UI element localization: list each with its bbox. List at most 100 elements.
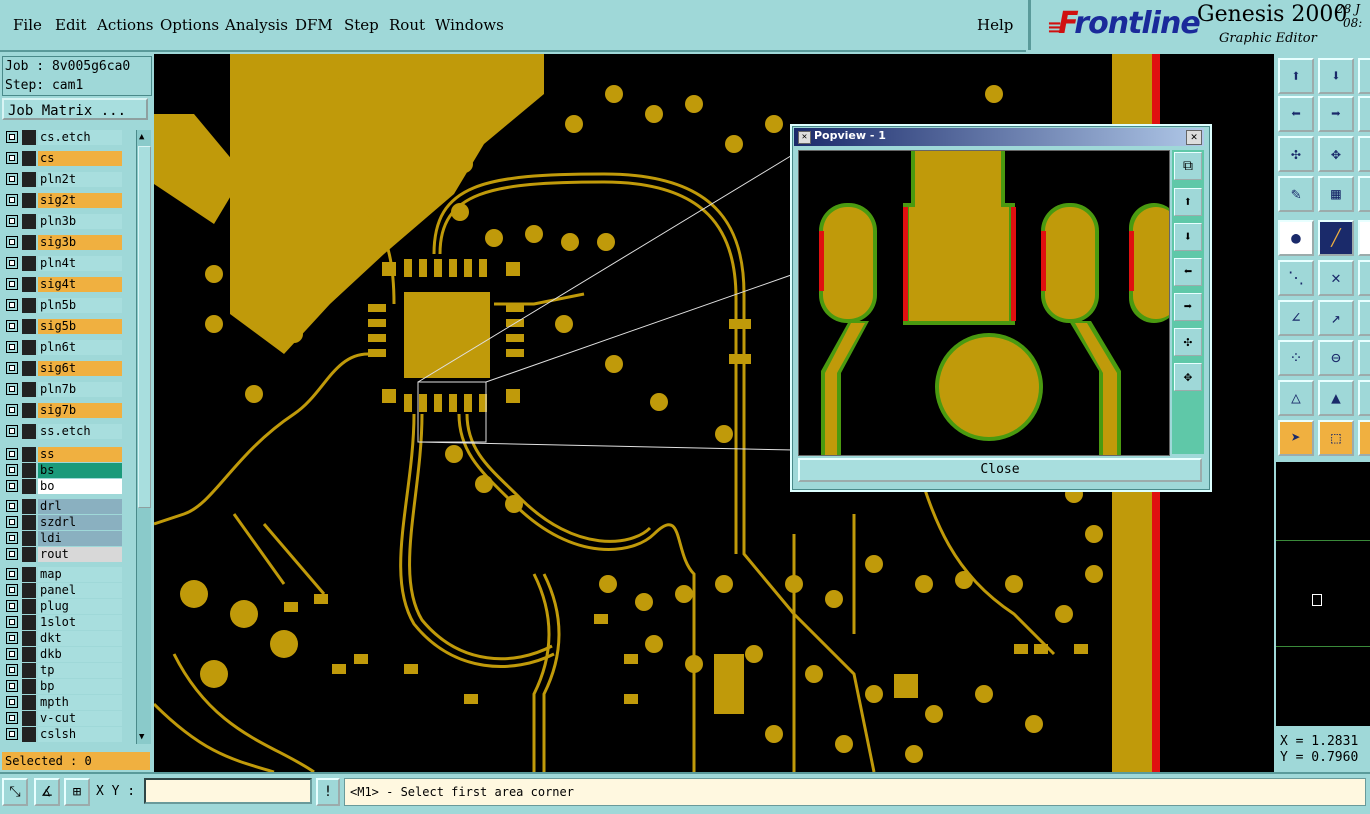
layer-row[interactable]: pln4t: [4, 256, 122, 271]
layer-name[interactable]: rout: [38, 547, 122, 562]
layer-checkbox[interactable]: [6, 278, 18, 290]
menu-edit[interactable]: Edit: [55, 16, 86, 34]
layer-checkbox[interactable]: [6, 404, 18, 416]
layer-checkbox[interactable]: [6, 728, 18, 740]
layer-checkbox[interactable]: [6, 712, 18, 724]
layer-row[interactable]: sig7b: [4, 403, 122, 418]
layer-row[interactable]: dkb: [4, 647, 122, 662]
pan-left-icon[interactable]: ⬅: [1174, 258, 1202, 286]
layer-checkbox[interactable]: [6, 664, 18, 676]
layer-name[interactable]: tp: [38, 663, 122, 678]
popview-titlebar[interactable]: ✕ Popview - 1 ✕: [794, 128, 1204, 146]
layer-checkbox[interactable]: [6, 600, 18, 612]
layer-checkbox[interactable]: [6, 383, 18, 395]
pan-left-icon[interactable]: ⬅: [1278, 96, 1314, 132]
layer-scrollbar[interactable]: ▲ ▼: [136, 130, 151, 744]
layer-checkbox[interactable]: [6, 680, 18, 692]
layer-name[interactable]: sig6t: [38, 361, 122, 376]
layer-row[interactable]: sig2t: [4, 193, 122, 208]
window-menu-icon[interactable]: ✕: [798, 131, 811, 144]
arc-icon[interactable]: ⌒: [1358, 300, 1370, 336]
zoom-home-icon[interactable]: ✣: [1278, 136, 1314, 172]
layer-name[interactable]: pln4t: [38, 256, 122, 271]
points-icon[interactable]: ⁘: [1278, 340, 1314, 376]
layer-checkbox[interactable]: [6, 299, 18, 311]
layer-name[interactable]: ss.etch: [38, 424, 122, 439]
layer-checkbox[interactable]: [6, 584, 18, 596]
snap-grid-icon[interactable]: ⊞: [64, 778, 90, 806]
pan-right-icon[interactable]: ➡: [1318, 96, 1354, 132]
menu-dfm[interactable]: DFM: [295, 16, 333, 34]
layer-name[interactable]: bs: [38, 463, 122, 478]
menu-file[interactable]: File: [13, 16, 42, 34]
menu-step[interactable]: Step: [344, 16, 379, 34]
select-more-icon[interactable]: ◯: [1358, 420, 1370, 456]
layer-checkbox[interactable]: [6, 362, 18, 374]
layer-name[interactable]: plug: [38, 599, 122, 614]
layer-name[interactable]: pln5b: [38, 298, 122, 313]
layer-name[interactable]: ldi: [38, 531, 122, 546]
layer-name[interactable]: sig4t: [38, 277, 122, 292]
select-area-icon[interactable]: ⬚: [1318, 420, 1354, 456]
layer-checkbox[interactable]: [6, 320, 18, 332]
layer-name[interactable]: sig7b: [38, 403, 122, 418]
triangle-icon[interactable]: △: [1278, 380, 1314, 416]
layer-row[interactable]: plug: [4, 599, 122, 614]
layer-name[interactable]: bo: [38, 479, 122, 494]
snap-icon[interactable]: ⊡: [1358, 176, 1370, 212]
layer-name[interactable]: sig5b: [38, 319, 122, 334]
layer-checkbox[interactable]: [6, 632, 18, 644]
move-icon[interactable]: ↔: [1358, 260, 1370, 296]
scroll-down-icon[interactable]: ▼: [139, 732, 144, 742]
scroll-up-icon[interactable]: ▲: [139, 132, 144, 142]
layer-checkbox[interactable]: [6, 548, 18, 560]
scroll-thumb[interactable]: [138, 146, 151, 508]
layer-row[interactable]: szdrl: [4, 515, 122, 530]
layer-name[interactable]: drl: [38, 499, 122, 514]
close-icon[interactable]: ✕: [1186, 130, 1202, 145]
menu-analysis[interactable]: Analysis: [225, 16, 288, 34]
layer-checkbox[interactable]: [6, 532, 18, 544]
pan-more-icon[interactable]: ➡: [1358, 96, 1370, 132]
connect-icon[interactable]: ⋱: [1278, 260, 1314, 296]
layer-row[interactable]: sig6t: [4, 361, 122, 376]
corner-tool-icon[interactable]: ⌐: [1358, 220, 1370, 256]
layer-row[interactable]: bp: [4, 679, 122, 694]
layer-name[interactable]: dkt: [38, 631, 122, 646]
menu-options[interactable]: Options: [160, 16, 219, 34]
triangle-more-icon[interactable]: △: [1358, 380, 1370, 416]
layer-row[interactable]: drl: [4, 499, 122, 514]
layer-row[interactable]: ss.etch: [4, 424, 122, 439]
layer-checkbox[interactable]: [6, 616, 18, 628]
pan-down-icon[interactable]: ⬇: [1174, 223, 1202, 251]
layer-name[interactable]: cs.etch: [38, 130, 122, 145]
layer-row[interactable]: ldi: [4, 531, 122, 546]
layer-checkbox[interactable]: [6, 500, 18, 512]
layer-row[interactable]: pln6t: [4, 340, 122, 355]
layer-name[interactable]: sig3b: [38, 235, 122, 250]
layer-name[interactable]: pln6t: [38, 340, 122, 355]
layer-checkbox[interactable]: [6, 696, 18, 708]
layer-row[interactable]: tp: [4, 663, 122, 678]
layer-row[interactable]: bs: [4, 463, 122, 478]
menu-windows[interactable]: Windows: [435, 16, 504, 34]
zoom-in-icon[interactable]: ✥: [1358, 136, 1370, 172]
layer-name[interactable]: 1slot: [38, 615, 122, 630]
alert-icon[interactable]: !: [316, 778, 340, 806]
layer-name[interactable]: panel: [38, 583, 122, 598]
layer-checkbox[interactable]: [6, 464, 18, 476]
layer-name[interactable]: sig2t: [38, 193, 122, 208]
layer-row[interactable]: bo: [4, 479, 122, 494]
layer-row[interactable]: cs.etch: [4, 130, 122, 145]
layer-name[interactable]: cs: [38, 151, 122, 166]
layer-row[interactable]: ss: [4, 447, 122, 462]
job-matrix-button[interactable]: Job Matrix ...: [2, 98, 148, 120]
pan-up-right-icon[interactable]: ⬆: [1358, 58, 1370, 94]
layer-row[interactable]: 1slot: [4, 615, 122, 630]
layer-name[interactable]: ss: [38, 447, 122, 462]
layer-row[interactable]: dkt: [4, 631, 122, 646]
line-tool-icon[interactable]: ╱: [1318, 220, 1354, 256]
zoom-out-icon[interactable]: ✥: [1318, 136, 1354, 172]
menu-help[interactable]: Help: [977, 16, 1013, 34]
layer-checkbox[interactable]: [6, 173, 18, 185]
